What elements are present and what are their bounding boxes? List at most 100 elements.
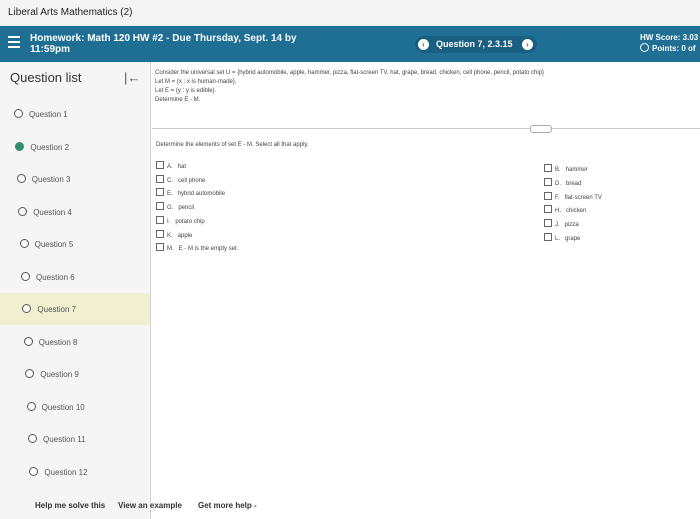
- menu-icon[interactable]: [8, 36, 20, 50]
- choice-letter: M.: [167, 246, 174, 253]
- answer-choice[interactable]: F. flat-screen TV: [544, 191, 602, 202]
- window-titlebar: Liberal Arts Mathematics (2): [0, 0, 700, 27]
- checkbox[interactable]: [544, 177, 552, 186]
- radio-circle-icon: [23, 336, 33, 346]
- homework-title-line1: Homework: Math 120 HW #2 - Due Thursday,…: [30, 33, 297, 44]
- question-label: Question 5: [34, 240, 74, 249]
- question-label: Question 7: [37, 305, 77, 314]
- answer-choice[interactable]: I. potato chip: [156, 215, 205, 226]
- view-example-button[interactable]: View an example: [118, 501, 182, 510]
- checkbox[interactable]: [544, 191, 552, 200]
- universal-set: Consider the universal set U = {hybrid a…: [155, 70, 545, 76]
- answer-choice[interactable]: J. pizza: [544, 219, 579, 229]
- collapse-left-icon[interactable]: |←: [124, 70, 140, 85]
- answer-choice[interactable]: G. pencil: [156, 202, 194, 212]
- radio-circle-icon: [16, 174, 26, 183]
- question-label: Question 8: [38, 337, 78, 347]
- answer-choice[interactable]: K. apple: [156, 229, 193, 240]
- help-me-solve-button[interactable]: Help me solve this: [35, 501, 105, 510]
- question-list-item[interactable]: Question 1: [0, 98, 150, 130]
- question-list-item[interactable]: Question 9: [0, 358, 150, 390]
- answer-choice[interactable]: B. hammer: [544, 164, 588, 174]
- resize-handle[interactable]: [530, 125, 552, 133]
- choice-letter: E.: [167, 191, 173, 198]
- question-navigator: ‹ Question 7, 2.3.15 ›: [415, 36, 537, 53]
- choice-letter: G.: [167, 205, 174, 212]
- question-list-item[interactable]: Question 2: [0, 131, 150, 163]
- question-nav-label[interactable]: Question 7, 2.3.15: [436, 39, 513, 49]
- divider: [152, 128, 700, 129]
- choice-letter: C.: [167, 177, 173, 184]
- choice-letter: B.: [555, 167, 561, 173]
- question-list-item[interactable]: Question 10: [0, 391, 150, 423]
- radio-circle-icon: [25, 369, 35, 378]
- question-list-item[interactable]: Question 5: [0, 228, 150, 260]
- chevron-right-icon[interactable]: ›: [522, 39, 533, 50]
- answer-choice[interactable]: A. hat: [156, 161, 186, 171]
- answer-choice[interactable]: C. cell phone: [156, 174, 206, 185]
- question-label: Question 4: [33, 207, 72, 217]
- checkbox[interactable]: [544, 205, 552, 214]
- choice-text: potato chip: [175, 218, 205, 225]
- checkbox[interactable]: [156, 202, 164, 211]
- choice-text: cell phone: [178, 177, 206, 184]
- question-list-item[interactable]: Question 7: [0, 293, 150, 325]
- radio-circle-icon: [22, 304, 32, 313]
- homework-title: Homework: Math 120 HW #2 - Due Thursday,…: [30, 33, 330, 55]
- choice-letter: L.: [555, 236, 561, 242]
- radio-circle-icon: [18, 206, 28, 216]
- question-list-item[interactable]: Question 6: [0, 261, 150, 293]
- choice-text: pencil: [178, 205, 195, 212]
- question-label: Question 2: [30, 142, 70, 152]
- checkbox[interactable]: [544, 233, 552, 241]
- question-list-item[interactable]: Question 4: [0, 196, 150, 228]
- question-list-title: Question list: [10, 70, 82, 85]
- choice-text: chicken: [566, 208, 587, 215]
- answer-choice[interactable]: L. grape: [544, 233, 580, 243]
- window-title: Liberal Arts Mathematics (2): [8, 7, 133, 18]
- answer-choice[interactable]: M. E - M is the empty set.: [156, 243, 238, 253]
- question-list-sidebar: Question list |← Question 1 Question 2 Que…: [0, 62, 151, 519]
- homework-title-line2: 11:59pm: [30, 44, 71, 55]
- check-circle-icon: [15, 141, 25, 151]
- question-list-item[interactable]: Question 8: [0, 326, 150, 358]
- footer-toolbar: Help me solve this View an example Get m…: [0, 495, 700, 519]
- checkbox[interactable]: [156, 161, 164, 169]
- choice-letter: H.: [555, 208, 561, 215]
- choice-text: apple: [177, 232, 193, 239]
- choice-text: hybrid automobile: [177, 191, 226, 198]
- chevron-left-icon[interactable]: ‹: [418, 39, 429, 50]
- question-label: Question 1: [29, 110, 68, 119]
- checkbox[interactable]: [156, 229, 164, 238]
- task-text: Determine E - M.: [155, 97, 201, 103]
- question-label: Question 3: [31, 175, 71, 184]
- choice-letter: J.: [555, 222, 560, 229]
- choice-text: E - M is the empty set.: [178, 246, 239, 253]
- checkbox[interactable]: [156, 243, 164, 252]
- checkbox[interactable]: [156, 174, 164, 183]
- choice-letter: K.: [167, 232, 173, 239]
- points-circle-icon: [640, 43, 649, 52]
- points-text: Points: 0 of: [652, 44, 696, 53]
- set-m-definition: Let M = {x : x is human-made}.: [155, 79, 237, 85]
- checkbox[interactable]: [156, 215, 164, 224]
- more-help-button[interactable]: Get more help -: [198, 501, 257, 510]
- choice-letter: A.: [167, 164, 173, 170]
- choice-text: pizza: [564, 222, 579, 229]
- choice-letter: I.: [167, 218, 171, 225]
- choice-text: bread: [566, 180, 582, 187]
- instruction-text: Determine the elements of set E - M. Sel…: [156, 142, 309, 148]
- score-panel[interactable]: HW Score: 3.03 Points: 0 of: [640, 33, 698, 54]
- question-list-item[interactable]: Question 3: [0, 163, 150, 195]
- choice-text: flat-screen TV: [564, 194, 602, 201]
- answer-choice[interactable]: H. chicken: [544, 205, 586, 215]
- checkbox[interactable]: [544, 219, 552, 228]
- checkbox[interactable]: [156, 188, 164, 197]
- answer-choice[interactable]: E. hybrid automobile: [156, 188, 225, 198]
- question-list-item[interactable]: Question 12: [0, 456, 150, 488]
- checkbox[interactable]: [544, 164, 552, 172]
- radio-circle-icon: [21, 271, 30, 281]
- answer-choice[interactable]: D. bread: [544, 177, 582, 188]
- points-row: Points: 0 of: [640, 43, 698, 54]
- question-list-item[interactable]: Question 11: [0, 423, 150, 455]
